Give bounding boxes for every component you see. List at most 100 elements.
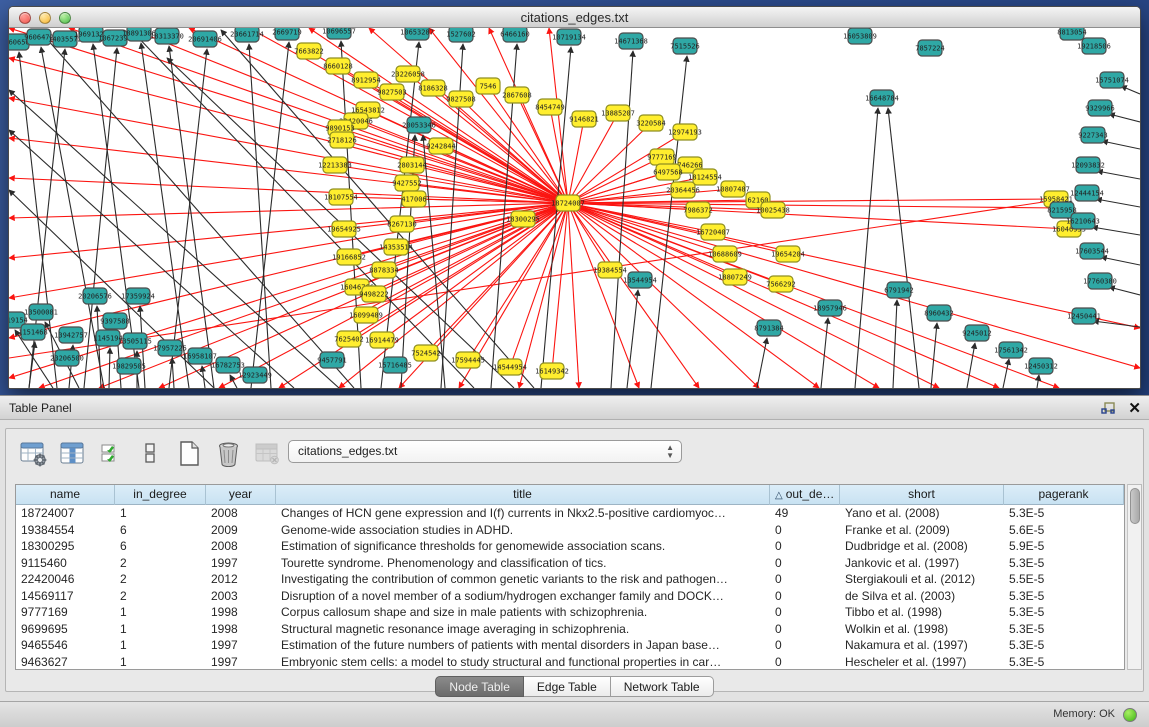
table-row[interactable]: 1830029562008Estimation of significance … [16, 538, 1124, 555]
column-header-short[interactable]: short [840, 485, 1004, 505]
graph-node[interactable]: 2669719 [272, 28, 302, 40]
graph-node[interactable]: 7986372 [683, 202, 713, 218]
scrollbar-thumb[interactable] [1130, 488, 1140, 524]
graph-node[interactable]: 7546 [476, 78, 500, 94]
delete-trash-button[interactable] [213, 437, 243, 469]
graph-node[interactable]: 9245012 [962, 325, 992, 341]
column-header-title[interactable]: title [276, 485, 770, 505]
citation-network-graph[interactable]: 7663822866012889129542322605898275031654… [9, 28, 1140, 388]
graph-node[interactable]: 6791942 [884, 282, 914, 298]
graph-node[interactable]: 9457791 [317, 352, 347, 368]
graph-node[interactable]: 2867608 [502, 87, 532, 103]
graph-node[interactable]: 8912954 [351, 72, 381, 88]
network-canvas[interactable]: 7663822866012889129542322605898275031654… [9, 28, 1140, 388]
graph-node[interactable]: 8791384 [754, 320, 784, 336]
graph-node[interactable]: 13942757 [54, 327, 88, 343]
table-row[interactable]: 1872400712008Changes of HCN gene express… [16, 505, 1124, 522]
graph-node[interactable]: 16099489 [349, 307, 383, 323]
graph-node[interactable]: 9827508 [446, 91, 476, 107]
graph-node[interactable]: 9329966 [1085, 100, 1115, 116]
graph-node[interactable]: 16210643 [1066, 213, 1100, 229]
table-vertical-scrollbar[interactable] [1127, 484, 1142, 670]
graph-node[interactable]: 16720407 [696, 224, 730, 240]
graph-node[interactable]: 1151468 [18, 324, 48, 340]
hub-node[interactable]: 18724007 [551, 195, 585, 211]
graph-node[interactable]: 20206576 [78, 288, 112, 304]
graph-node[interactable]: 7566292 [766, 276, 796, 292]
graph-node[interactable]: 8960432 [924, 305, 954, 321]
graph-node[interactable]: 17760380 [1083, 273, 1117, 289]
graph-node[interactable]: 20691406 [188, 31, 222, 47]
tab-edge-table[interactable]: Edge Table [524, 676, 611, 697]
graph-node[interactable]: 18313370 [150, 28, 184, 44]
graph-node[interactable]: 15716485 [378, 357, 412, 373]
graph-node[interactable]: 8813054 [1057, 28, 1087, 40]
graph-node[interactable]: 10025438 [756, 202, 790, 218]
graph-node[interactable]: 8267130 [387, 216, 417, 232]
graph-node[interactable]: 12923449 [238, 367, 272, 383]
graph-node[interactable]: 3220584 [636, 115, 666, 131]
graph-node[interactable]: 16914479 [365, 332, 399, 348]
window-titlebar[interactable]: citations_edges.txt [9, 7, 1140, 28]
minimize-window-button[interactable] [39, 12, 51, 24]
graph-node[interactable]: 17359924 [121, 288, 155, 304]
tab-network-table[interactable]: Network Table [611, 676, 714, 697]
graph-node[interactable]: 9777169 [647, 149, 677, 165]
graph-node[interactable]: 15751074 [1095, 72, 1129, 88]
graph-node[interactable]: 17603544 [1075, 243, 1109, 259]
graph-node[interactable]: 18300295 [506, 211, 540, 227]
graph-node[interactable]: 19218506 [1077, 38, 1111, 54]
select-all-button[interactable] [96, 437, 126, 469]
graph-node[interactable]: 8186328 [418, 80, 448, 96]
graph-node[interactable]: 16053809 [843, 28, 877, 44]
column-header-in_degree[interactable]: in_degree [115, 485, 206, 505]
graph-node[interactable]: 16149342 [535, 363, 569, 379]
close-panel-icon[interactable]: ✕ [1128, 401, 1141, 416]
graph-node[interactable]: 9498222 [359, 286, 389, 302]
graph-node[interactable]: 9827503 [377, 84, 407, 100]
graph-node[interactable]: 6466160 [500, 28, 530, 42]
graph-node[interactable]: 19384554 [593, 262, 627, 278]
graph-node[interactable]: 19829505 [112, 358, 146, 374]
graph-node[interactable]: 12974193 [668, 124, 702, 140]
graph-node[interactable]: 23226058 [391, 66, 425, 82]
new-table-button[interactable] [174, 437, 204, 469]
graph-node[interactable]: 17957225 [153, 340, 187, 356]
delete-table-button-disabled[interactable] [252, 437, 282, 469]
graph-node[interactable]: 18107554 [324, 189, 358, 205]
graph-node[interactable]: 20053346 [402, 117, 436, 133]
graph-node[interactable]: 13500081 [24, 304, 58, 320]
graph-node[interactable]: 17594445 [451, 352, 485, 368]
table-row[interactable]: 946554611997Estimation of the future num… [16, 637, 1124, 654]
graph-node[interactable]: 7663822 [294, 43, 324, 59]
graph-node[interactable]: 13544954 [623, 272, 657, 288]
graph-node[interactable]: 19166852 [332, 249, 366, 265]
graph-node[interactable]: 12444154 [1070, 185, 1104, 201]
graph-node[interactable]: 2718126 [327, 132, 357, 148]
column-header-name[interactable]: name [16, 485, 115, 505]
table-row[interactable]: 969969511998Structural magnetic resonanc… [16, 621, 1124, 638]
graph-node[interactable]: 9397588 [100, 313, 130, 329]
graph-node[interactable]: 10696557 [322, 28, 356, 39]
table-row[interactable]: 911546021997Tourette syndrome. Phenomeno… [16, 555, 1124, 572]
graph-node[interactable]: 19654204 [771, 246, 805, 262]
graph-node[interactable]: 10807487 [716, 181, 750, 197]
rows-button[interactable] [135, 437, 165, 469]
graph-node[interactable]: 417006 [401, 191, 426, 207]
zoom-window-button[interactable] [59, 12, 71, 24]
table-panel-header[interactable]: Table Panel ✕ [0, 396, 1149, 420]
graph-node[interactable]: 10653287 [400, 28, 434, 40]
graph-node[interactable]: 20364456 [666, 182, 700, 198]
graph-node[interactable]: 9242844 [426, 138, 456, 154]
table-row[interactable]: 1456911722003Disruption of a novel membe… [16, 588, 1124, 605]
graph-node[interactable]: 14353514 [379, 239, 413, 255]
graph-node[interactable]: 12450312 [1024, 358, 1058, 374]
graph-node[interactable]: 13505115 [118, 333, 152, 349]
table-row[interactable]: 1938455462009Genome-wide association stu… [16, 522, 1124, 539]
table-row[interactable]: 977716911998Corpus callosum shape and si… [16, 604, 1124, 621]
graph-node[interactable]: 7515526 [670, 38, 700, 54]
graph-node[interactable]: 9146821 [569, 111, 599, 127]
graph-node[interactable]: 18957946 [813, 300, 847, 316]
graph-node[interactable]: 6497568 [653, 164, 683, 180]
graph-node[interactable]: 12093832 [1071, 157, 1105, 173]
